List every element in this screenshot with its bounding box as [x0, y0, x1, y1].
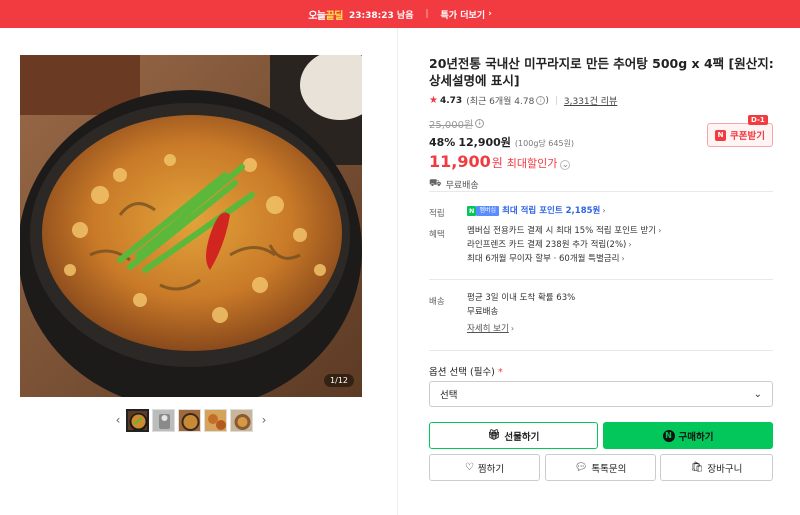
cart-label: 장바구니	[707, 463, 743, 475]
naver-n-icon: N	[467, 206, 477, 216]
banner-more-label: 특가 더보기	[440, 10, 486, 21]
review-count-link[interactable]: 3,331건 리뷰	[564, 94, 617, 107]
max-discount-price: 11,900	[429, 152, 491, 171]
product-title: 20년전통 국내산 미꾸라지로 만든 추어탕 500g x 4팩 [원산지: 상…	[429, 56, 774, 88]
gift-button[interactable]: 🎁︎ 선물하기	[429, 422, 598, 449]
banner-countdown: 23:38:23 남음	[349, 10, 414, 21]
cart-button[interactable]: 🛍︎ 장바구니	[660, 454, 773, 481]
thumbnail-4[interactable]	[204, 408, 227, 432]
delivery-eta: 평균 3일 이내 도착 확률 63%	[467, 293, 576, 303]
divider	[429, 279, 773, 280]
chevron-right-icon: ›	[602, 206, 606, 215]
thumbnail-1[interactable]	[126, 408, 149, 432]
chevron-down-icon[interactable]: ⌄	[560, 160, 571, 170]
chevron-right-icon: ›	[488, 9, 492, 19]
benefit-item[interactable]: 최대 6개월 무이자 할부 · 60개월 특별금리 ›	[467, 252, 661, 266]
buy-button[interactable]: N 구매하기	[603, 422, 773, 449]
points-label: 적립	[429, 209, 445, 219]
star-icon: ★	[429, 95, 438, 106]
divider	[429, 191, 773, 192]
divider	[429, 350, 773, 351]
rating-row: ★ 4.73 (최근 6개월 4.78 i ) | 3,331건 리뷰	[429, 94, 774, 107]
benefit-item[interactable]: 멤버십 전용카드 결제 시 최대 15% 적립 포인트 받기 ›	[467, 224, 661, 238]
rating-value: 4.73	[439, 95, 463, 106]
banner-brand: 오늘끝딜	[308, 10, 344, 22]
free-shipping: 무료배송	[445, 181, 479, 191]
truck-icon: ⛟	[429, 178, 442, 189]
option-select[interactable]: 선택 ⌄	[429, 381, 773, 407]
coupon-button[interactable]: D-1 N 쿠폰받기	[707, 115, 773, 147]
banner-divider: |	[425, 9, 429, 19]
thumbnail-strip: ‹ ›	[110, 407, 280, 433]
coupon-label: 쿠폰받기	[730, 131, 765, 142]
option-select-value: 선택	[440, 390, 458, 401]
chevron-left-icon[interactable]: ‹	[110, 413, 126, 427]
benefit-item[interactable]: 라인프렌즈 카드 결제 238원 추가 적립(2%) ›	[467, 238, 661, 252]
chat-bubble-icon: 💬︎	[574, 462, 588, 473]
chevron-down-icon: ⌄	[753, 388, 762, 400]
heart-icon: ♡	[464, 462, 474, 473]
chevron-right-icon[interactable]: ›	[256, 413, 272, 427]
original-price: 25,000원	[429, 120, 474, 131]
thumbnail-5[interactable]	[230, 408, 253, 432]
delivery-detail-link[interactable]: 자세히 보기 ›	[467, 322, 575, 336]
gift-label: 선물하기	[504, 431, 540, 443]
max-discount-won: 원	[491, 156, 503, 170]
product-info: 20년전통 국내산 미꾸라지로 만든 추어탕 500g x 4팩 [원산지: 상…	[429, 55, 774, 191]
max-discount-row[interactable]: 11,900 원 최대할인가 ⌄	[429, 152, 774, 171]
max-discount-label: 최대할인가	[506, 157, 558, 170]
promo-banner[interactable]: 오늘끝딜 23:38:23 남음 | 특가 더보기 ›	[0, 0, 800, 28]
option-label: 옵션 선택 (필수) *	[429, 367, 503, 378]
chevron-right-icon: ›	[510, 324, 515, 333]
rating-recent: (최근 6개월 4.78	[466, 97, 535, 107]
info-icon[interactable]: i	[475, 119, 485, 128]
delivery-info: 평균 3일 이내 도착 확률 63% 무료배송 자세히 보기 ›	[467, 291, 575, 336]
discount-percent: 48%	[429, 136, 456, 149]
chevron-right-icon: ›	[621, 254, 625, 263]
benefits-list: 멤버십 전용카드 결제 시 최대 15% 적립 포인트 받기 › 라인프렌즈 카드…	[467, 224, 661, 266]
wishlist-label: 찜하기	[477, 463, 505, 475]
points-body[interactable]: N 멤버십 최대 적립 포인트 2,185원 ›	[467, 204, 606, 218]
unit-price: (100g당 645원)	[514, 139, 575, 148]
rating-divider: |	[554, 95, 558, 106]
talktalk-label: 톡톡문의	[591, 463, 627, 475]
image-counter: 1/12	[324, 374, 354, 387]
talktalk-button[interactable]: 💬︎ 톡톡문의	[545, 454, 656, 481]
chevron-right-icon: ›	[628, 240, 632, 249]
naver-n-icon: N	[715, 129, 727, 141]
banner-more-link[interactable]: 특가 더보기 ›	[441, 8, 492, 21]
coupon-dday-badge: D-1	[748, 115, 768, 125]
main-product-image[interactable]: 1/12	[20, 55, 362, 397]
delivery-label: 배송	[429, 297, 445, 307]
max-points: 최대 적립 포인트 2,185원	[502, 206, 601, 216]
column-divider	[397, 28, 398, 515]
thumbnail-2[interactable]	[152, 408, 175, 432]
chevron-right-icon: ›	[658, 226, 662, 235]
info-icon[interactable]: i	[536, 96, 546, 105]
rating-recent-close: )	[545, 95, 549, 106]
delivery-fee: 무료배송	[467, 307, 499, 317]
benefits-label: 혜택	[429, 230, 445, 240]
shopping-bag-icon: 🛍︎	[690, 462, 704, 473]
sale-price: 12,900원	[458, 136, 511, 149]
buy-label: 구매하기	[678, 431, 714, 443]
membership-badge: 멤버십	[476, 206, 500, 216]
wishlist-button[interactable]: ♡ 찜하기	[429, 454, 540, 481]
thumbnail-3[interactable]	[178, 408, 201, 432]
gift-icon: 🎁︎	[487, 430, 501, 441]
naver-n-icon: N	[662, 429, 675, 442]
shipping-row: ⛟ 무료배송	[429, 178, 774, 191]
